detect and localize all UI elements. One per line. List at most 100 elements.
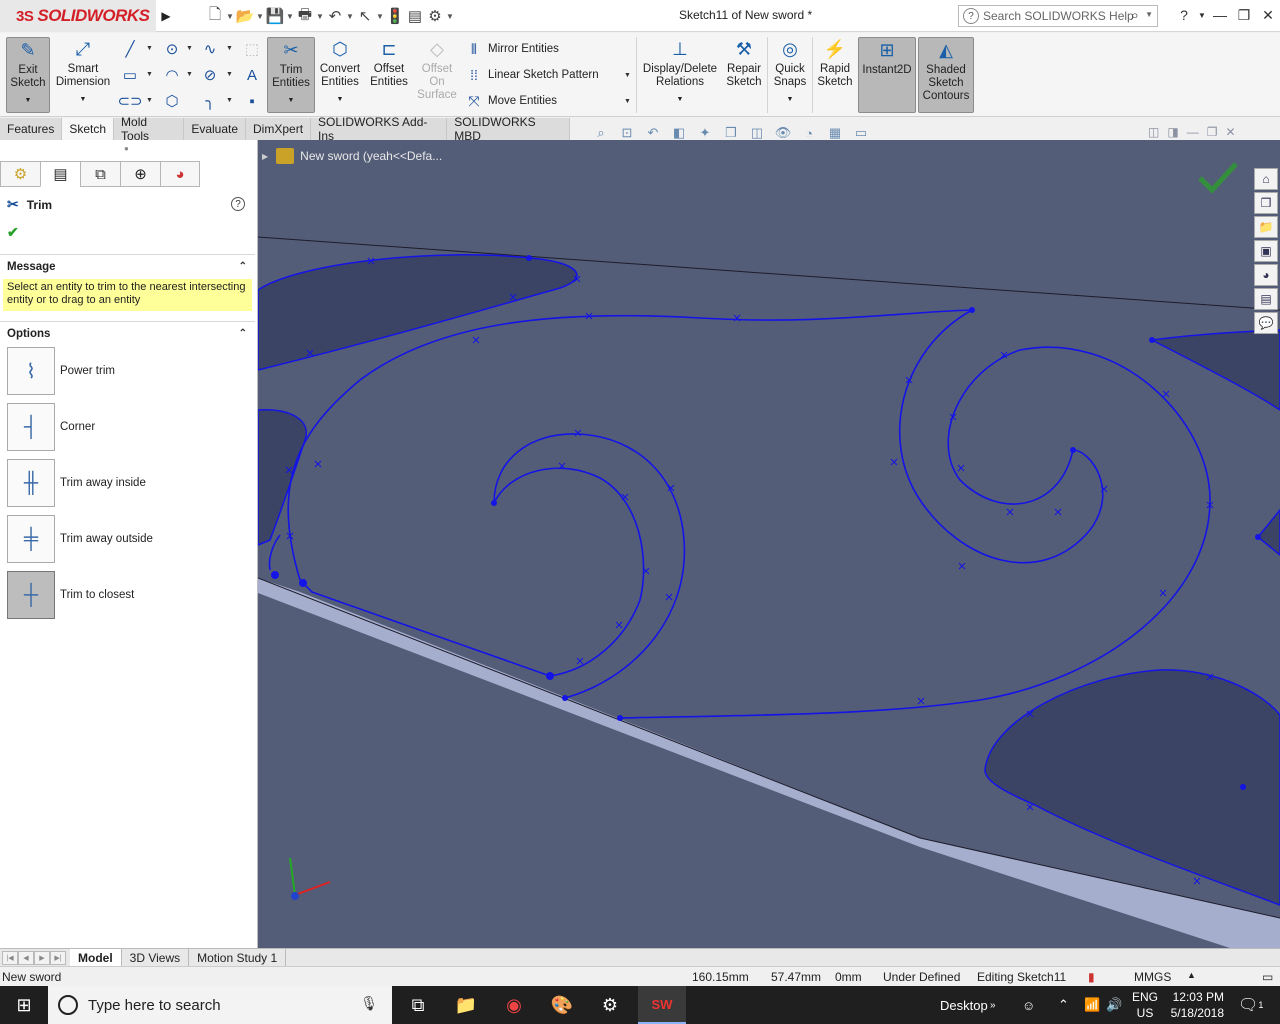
rebuild-traffic-light-icon[interactable]: 🚦 <box>385 6 405 26</box>
endpoint[interactable] <box>1240 784 1246 790</box>
rectangle-icon[interactable]: ▭ <box>120 65 140 85</box>
print-dropdown-icon[interactable]: ▼ <box>315 6 325 26</box>
last-tab-icon[interactable]: ▶| <box>50 950 66 965</box>
shaded-sketch-contours-button[interactable]: ◭ Shaded Sketch Contours <box>918 37 974 113</box>
text-icon[interactable]: A <box>242 65 262 85</box>
instant2d-button[interactable]: ⊞ Instant2D <box>858 37 916 113</box>
menu-expand-arrow-icon[interactable]: ▶ <box>158 4 174 28</box>
options-section-header[interactable]: Options ⌃ <box>0 321 255 345</box>
tile-icon[interactable]: ◫ <box>1148 125 1159 139</box>
sketch-spline[interactable] <box>268 534 281 571</box>
slot-dropdown-icon[interactable]: ▼ <box>146 97 153 104</box>
option-power-trim[interactable]: ⌇ Power trim <box>7 347 247 395</box>
quick-snaps-dropdown-icon[interactable]: ▼ <box>787 93 794 106</box>
message-section-header[interactable]: Message ⌃ <box>0 254 255 278</box>
tile-vertical-icon[interactable]: ◨ <box>1167 125 1178 139</box>
move-entities-button[interactable]: ⤧ Move Entities <box>464 91 557 111</box>
endpoint[interactable] <box>491 500 497 506</box>
solidworks-logo[interactable]: 3S SOLIDWORKS <box>0 0 156 32</box>
sketch-spline[interactable] <box>619 346 1211 719</box>
collapse-chevron-icon[interactable]: ⌃ <box>239 261 247 272</box>
help-icon[interactable]: ? <box>231 197 245 211</box>
plane-icon[interactable]: ▪ <box>242 91 262 111</box>
option-corner[interactable]: ┤ Corner <box>7 403 247 451</box>
close-icon[interactable]: ✕ <box>1256 4 1280 26</box>
convert-entities-button[interactable]: ⬡ Convert Entities ▼ <box>317 37 363 106</box>
ellipse-dropdown-icon[interactable]: ▼ <box>226 71 233 78</box>
arc-dropdown-icon[interactable]: ▼ <box>186 71 193 78</box>
option-trim-away-outside[interactable]: ╪ Trim away outside <box>7 515 247 563</box>
home-icon[interactable]: ⌂ <box>1254 168 1278 190</box>
linear-sketch-pattern-button[interactable]: ⁞⁞ Linear Sketch Pattern <box>464 65 598 85</box>
spline-dropdown-icon[interactable]: ▼ <box>226 45 233 52</box>
arc-icon[interactable]: ◠ <box>162 65 182 85</box>
endpoint[interactable] <box>1070 447 1076 453</box>
circle-icon[interactable]: ⊙ <box>162 39 182 59</box>
clock[interactable]: 12:03 PM 5/18/2018 <box>1168 986 1224 1024</box>
relations-dropdown-icon[interactable]: ▼ <box>677 93 684 106</box>
tab-mold-tools[interactable]: Mold Tools <box>114 115 185 143</box>
tab-3d-views[interactable]: 3D Views <box>122 948 190 967</box>
exit-sketch-button[interactable]: ✎ Exit Sketch ▼ <box>6 37 50 113</box>
show-hidden-icons-icon[interactable]: ⌃ <box>1058 986 1069 1024</box>
new-document-icon[interactable]: 🗋 <box>205 6 225 26</box>
endpoint[interactable] <box>617 715 623 721</box>
custom-properties-icon[interactable]: ▤ <box>1254 288 1278 310</box>
panel-splitter-handle[interactable]: ● <box>124 144 129 153</box>
display-manager-tab[interactable]: ◕ <box>160 161 200 187</box>
print-icon[interactable]: 🖶 <box>295 6 315 26</box>
tab-motion-study[interactable]: Motion Study 1 <box>189 948 287 967</box>
trim-entities-dropdown-icon[interactable]: ▼ <box>288 94 295 107</box>
search-dropdown-icon[interactable]: ▼ <box>1145 10 1153 19</box>
endpoint[interactable] <box>562 695 568 701</box>
rectangle-dropdown-icon[interactable]: ▼ <box>146 71 153 78</box>
open-dropdown-icon[interactable]: ▼ <box>255 6 265 26</box>
intersection-point[interactable] <box>299 579 307 587</box>
option-trim-to-closest[interactable]: ┼ Trim to closest <box>7 571 247 619</box>
pattern-dropdown-icon[interactable]: ▼ <box>624 72 631 79</box>
desktop-toolbar-label[interactable]: Desktop <box>940 986 988 1024</box>
spline-icon[interactable]: ∿ <box>200 39 220 59</box>
solidworks-taskbar-icon[interactable]: SW <box>638 986 686 1024</box>
intersection-point[interactable] <box>271 571 279 579</box>
undo-icon[interactable]: ↶ <box>325 6 345 26</box>
smart-dimension-button[interactable]: ⤢ Smart Dimension ▼ <box>53 37 113 106</box>
file-properties-icon[interactable]: ▤ <box>405 6 425 26</box>
quick-snaps-button[interactable]: ◎ Quick Snaps ▼ <box>770 37 810 106</box>
move-dropdown-icon[interactable]: ▼ <box>624 98 631 105</box>
windows-start-icon[interactable]: ⊞ <box>0 986 48 1024</box>
tab-evaluate[interactable]: Evaluate <box>184 118 247 140</box>
property-manager-tab[interactable]: ▤ <box>40 161 80 187</box>
expand-arrow-icon[interactable]: ▶ <box>262 152 268 161</box>
trim-entities-button[interactable]: ✂ Trim Entities ▼ <box>267 37 315 113</box>
graphics-area[interactable]: ▶ New sword (yeah<<Defa... ⌂ ❒ 📁 ▣ ◕ ▤ 💬 <box>258 140 1280 950</box>
tab-features[interactable]: Features <box>0 118 63 140</box>
options-gear-icon[interactable]: ⚙ <box>425 6 445 26</box>
volume-icon[interactable]: 🔊 <box>1106 986 1122 1024</box>
display-delete-relations-button[interactable]: ⊥ Display/Delete Relations ▼ <box>642 37 718 106</box>
configuration-manager-tab[interactable]: ⧉ <box>80 161 120 187</box>
view-palette-icon[interactable]: ▣ <box>1254 240 1278 262</box>
smart-dimension-dropdown-icon[interactable]: ▼ <box>80 93 87 106</box>
ok-check-icon[interactable]: ✔ <box>7 224 19 241</box>
option-trim-away-inside[interactable]: ╫ Trim away inside <box>7 459 247 507</box>
circle-dropdown-icon[interactable]: ▼ <box>186 45 193 52</box>
convert-entities-dropdown-icon[interactable]: ▼ <box>337 93 344 106</box>
units-dropdown-icon[interactable]: ▲ <box>1187 970 1196 980</box>
tab-dimxpert[interactable]: DimXpert <box>246 118 312 140</box>
new-dropdown-icon[interactable]: ▼ <box>225 6 235 26</box>
forum-icon[interactable]: 💬 <box>1254 312 1278 334</box>
offset-entities-button[interactable]: ⊏ Offset Entities <box>367 37 411 89</box>
intersection-point[interactable] <box>546 672 554 680</box>
help-dropdown-icon[interactable]: ▼ <box>1196 4 1208 26</box>
settings-taskbar-icon[interactable]: ⚙ <box>586 986 634 1024</box>
microphone-icon[interactable]: 🎙 <box>360 995 378 1012</box>
flyout-tree-item[interactable]: ▶ New sword (yeah<<Defa... <box>262 148 442 164</box>
next-tab-icon[interactable]: ▶ <box>34 950 50 965</box>
status-units[interactable]: MMGS <box>1134 970 1171 984</box>
tab-addins[interactable]: SOLIDWORKS Add-Ins <box>311 115 448 143</box>
point-grid-icon[interactable]: ⬚ <box>242 39 262 59</box>
file-explorer-icon[interactable]: 📁 <box>1254 216 1278 238</box>
endpoint[interactable] <box>1149 337 1155 343</box>
fillet-icon[interactable]: ╮ <box>200 91 220 111</box>
